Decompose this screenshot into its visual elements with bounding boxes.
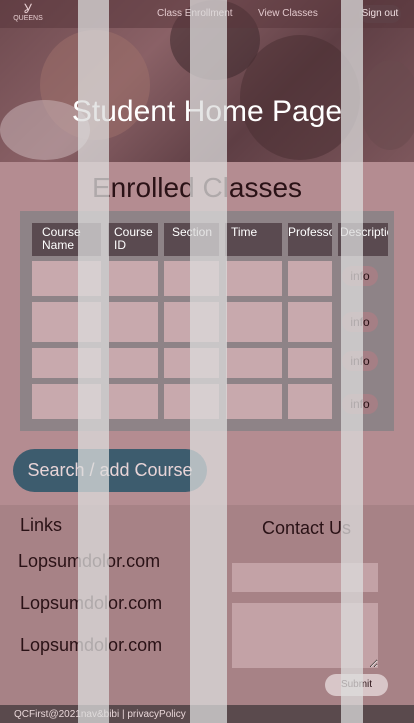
nav-class-enrollment[interactable]: Class Enrollment [157, 8, 233, 19]
signout-button[interactable]: Sign out [359, 5, 401, 23]
header-description: Description [338, 223, 388, 256]
table-cell [109, 261, 158, 296]
contact-email-field[interactable] [232, 563, 378, 592]
table-cell [226, 348, 282, 378]
table-cell [109, 302, 158, 342]
info-button[interactable]: info [342, 266, 378, 286]
info-button[interactable]: info [342, 394, 378, 414]
table-cell [288, 261, 332, 296]
table-cell [32, 261, 101, 296]
nav-view-classes[interactable]: View Classes [258, 8, 318, 19]
table-cell [32, 348, 101, 378]
table-cell [226, 384, 282, 419]
footer-link[interactable]: Lopsumdolor.com [18, 551, 160, 572]
header-section: Section [164, 223, 219, 256]
header-professor: Professor [288, 223, 332, 256]
copyright-text: QCFirst@2021nav&bibi | privacyPolicy [14, 709, 186, 720]
header-course-name: Course Name [32, 223, 101, 256]
submit-button[interactable]: Submit [325, 674, 388, 696]
table-cell [164, 348, 219, 378]
contact-us-title: Contact Us [262, 518, 352, 538]
footer-link[interactable]: Lopsumdolor.com [20, 593, 162, 614]
logo-mark-icon: Ỿ [24, 1, 32, 16]
table-cell [109, 348, 158, 378]
contact-message-field[interactable] [232, 603, 378, 668]
table-cell [109, 384, 158, 419]
info-button[interactable]: info [342, 351, 378, 371]
table-cell [164, 261, 219, 296]
links-title: Links [20, 515, 63, 535]
enrolled-classes-title: Enrolled Classes [91, 172, 303, 203]
footer-link[interactable]: Lopsumdolor.com [20, 635, 162, 656]
table-cell [288, 384, 332, 419]
table-cell [32, 302, 101, 342]
logo-text: QUEENS [13, 15, 43, 22]
header-course-id: Course ID [108, 223, 158, 256]
header-time: Time [225, 223, 282, 256]
page-title: Student Home Page [71, 95, 343, 128]
table-cell [226, 261, 282, 296]
table-cell [226, 302, 282, 342]
table-cell [164, 384, 219, 419]
table-cell [32, 384, 101, 419]
table-cell [288, 302, 332, 342]
search-add-course-button[interactable]: Search / add Course [13, 449, 207, 492]
info-button[interactable]: info [342, 312, 378, 332]
queens-logo[interactable]: Ỿ QUEENS [8, 1, 48, 25]
table-cell [164, 302, 219, 342]
table-cell [288, 348, 332, 378]
